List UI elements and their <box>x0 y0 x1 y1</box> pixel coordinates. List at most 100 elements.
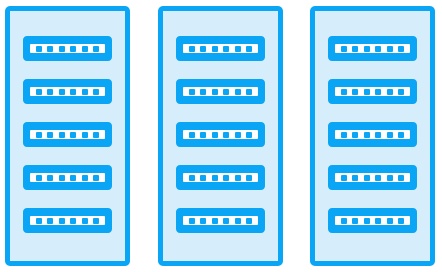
slot-face-panel <box>183 173 258 182</box>
server-rack <box>158 6 283 266</box>
port-indicator <box>47 45 54 52</box>
port-indicator <box>386 45 393 52</box>
slot-face-panel <box>335 130 410 139</box>
port-indicator <box>70 217 77 224</box>
server-rack <box>5 6 130 266</box>
port-indicator <box>200 174 207 181</box>
port-indicator <box>70 45 77 52</box>
rack-slots <box>315 11 430 261</box>
port-indicator <box>363 217 370 224</box>
port-indicator <box>93 174 100 181</box>
port-indicator <box>58 131 65 138</box>
port-indicator <box>211 131 218 138</box>
port-indicator <box>211 174 218 181</box>
port-indicator <box>246 131 253 138</box>
port-indicator <box>234 131 241 138</box>
port-indicator <box>352 88 359 95</box>
rack-slots <box>10 11 125 261</box>
port-indicator <box>246 217 253 224</box>
port-indicator <box>386 217 393 224</box>
port-indicator <box>375 88 382 95</box>
port-indicator <box>223 217 230 224</box>
slot-face-panel <box>183 44 258 53</box>
slot-face-panel <box>335 44 410 53</box>
port-indicator <box>363 88 370 95</box>
port-indicator <box>398 45 405 52</box>
rack-unit-slot <box>176 165 265 190</box>
rack-unit-slot <box>23 165 112 190</box>
port-indicator <box>363 131 370 138</box>
port-indicator <box>375 174 382 181</box>
port-indicator <box>188 88 195 95</box>
port-indicator <box>386 88 393 95</box>
port-indicator <box>340 88 347 95</box>
slot-face-panel <box>335 173 410 182</box>
rack-unit-slot <box>328 36 417 61</box>
port-indicator <box>70 174 77 181</box>
server-racks-icon <box>0 0 442 272</box>
port-indicator <box>200 88 207 95</box>
port-indicator <box>340 174 347 181</box>
slot-face-panel <box>30 130 105 139</box>
slot-face-panel <box>30 216 105 225</box>
slot-face-panel <box>183 216 258 225</box>
port-indicator <box>352 174 359 181</box>
port-indicator <box>246 45 253 52</box>
port-indicator <box>58 88 65 95</box>
port-indicator <box>188 45 195 52</box>
port-indicator <box>211 217 218 224</box>
rack-unit-slot <box>328 79 417 104</box>
port-indicator <box>246 174 253 181</box>
port-indicator <box>35 217 42 224</box>
port-indicator <box>35 88 42 95</box>
port-indicator <box>234 217 241 224</box>
port-indicator <box>200 131 207 138</box>
port-indicator <box>398 174 405 181</box>
port-indicator <box>363 174 370 181</box>
port-indicator <box>58 174 65 181</box>
port-indicator <box>81 131 88 138</box>
port-indicator <box>188 174 195 181</box>
port-indicator <box>375 45 382 52</box>
slot-face-panel <box>183 87 258 96</box>
port-indicator <box>188 131 195 138</box>
port-indicator <box>352 131 359 138</box>
port-indicator <box>81 45 88 52</box>
port-indicator <box>58 45 65 52</box>
rack-unit-slot <box>23 79 112 104</box>
port-indicator <box>398 131 405 138</box>
port-indicator <box>47 131 54 138</box>
port-indicator <box>81 217 88 224</box>
rack-unit-slot <box>328 122 417 147</box>
rack-unit-slot <box>328 165 417 190</box>
port-indicator <box>200 45 207 52</box>
port-indicator <box>223 174 230 181</box>
port-indicator <box>35 131 42 138</box>
port-indicator <box>81 174 88 181</box>
port-indicator <box>70 131 77 138</box>
port-indicator <box>234 88 241 95</box>
rack-unit-slot <box>176 79 265 104</box>
slot-face-panel <box>335 87 410 96</box>
port-indicator <box>188 217 195 224</box>
port-indicator <box>47 174 54 181</box>
port-indicator <box>234 45 241 52</box>
server-rack <box>310 6 435 266</box>
port-indicator <box>81 88 88 95</box>
port-indicator <box>223 131 230 138</box>
port-indicator <box>93 131 100 138</box>
port-indicator <box>211 45 218 52</box>
port-indicator <box>375 131 382 138</box>
port-indicator <box>58 217 65 224</box>
port-indicator <box>340 131 347 138</box>
rack-unit-slot <box>23 208 112 233</box>
port-indicator <box>35 45 42 52</box>
port-indicator <box>340 217 347 224</box>
port-indicator <box>340 45 347 52</box>
port-indicator <box>93 88 100 95</box>
port-indicator <box>93 45 100 52</box>
port-indicator <box>363 45 370 52</box>
port-indicator <box>47 217 54 224</box>
port-indicator <box>234 174 241 181</box>
port-indicator <box>93 217 100 224</box>
